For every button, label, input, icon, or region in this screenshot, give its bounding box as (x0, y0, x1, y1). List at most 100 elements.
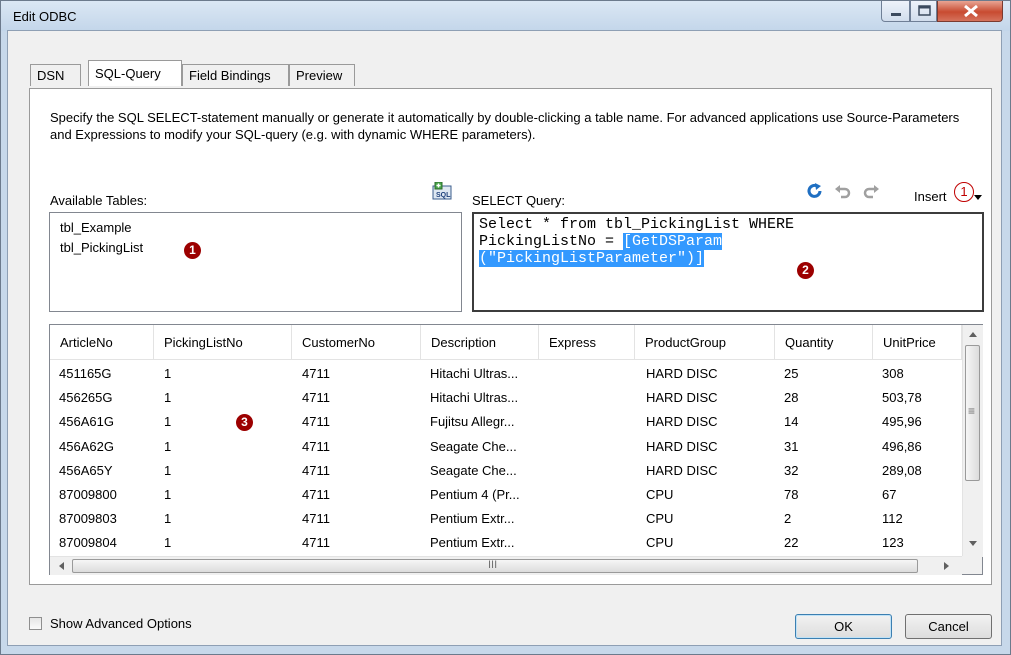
vertical-scroll-grip: ≡ (968, 404, 976, 418)
cell-customerno: 4711 (302, 462, 330, 478)
scroll-right-icon[interactable] (938, 557, 954, 575)
query-line-3-highlight: ("PickingListParameter")] (479, 250, 705, 267)
refresh-icon[interactable] (806, 182, 824, 200)
column-header-express[interactable]: Express (539, 325, 635, 360)
tab-dsn[interactable]: DSN (30, 64, 81, 86)
vertical-scroll-thumb[interactable]: ≡ (965, 345, 980, 481)
cell-unitprice: 123 (882, 535, 904, 551)
available-tables-label: Available Tables: (50, 193, 148, 208)
tab-sql-query[interactable]: SQL-Query (88, 60, 182, 86)
column-header-label: Description (431, 335, 497, 350)
table-item-tbl-example[interactable]: tbl_Example (60, 220, 132, 235)
tab-field-bindings[interactable]: Field Bindings (182, 64, 289, 86)
tab-label: Preview (296, 68, 343, 83)
svg-text:SQL: SQL (436, 192, 451, 199)
minimize-button[interactable] (881, 1, 910, 22)
column-header-articleno[interactable]: ArticleNo (50, 325, 154, 360)
generate-sql-icon[interactable]: SQL (432, 181, 454, 200)
scroll-left-icon[interactable] (54, 557, 70, 575)
instructions-text: Specify the SQL SELECT-statement manuall… (50, 110, 960, 142)
cancel-button[interactable]: Cancel (905, 614, 992, 639)
cell-articleno: 87009803 (59, 511, 117, 527)
show-advanced-options-checkbox[interactable] (29, 617, 42, 630)
cell-quantity: 31 (784, 438, 799, 454)
column-header-quantity[interactable]: Quantity (775, 325, 873, 360)
column-header-customerno[interactable]: CustomerNo (292, 325, 421, 360)
cell-quantity: 28 (784, 390, 799, 406)
cell-description: Fujitsu Allegr... (430, 414, 515, 430)
table-item-tbl-pickinglist[interactable]: tbl_PickingList (60, 240, 143, 255)
cell-productgroup: HARD DISC (646, 366, 718, 381)
horizontal-scroll-thumb[interactable]: III (72, 559, 918, 573)
cell-customerno: 4711 (302, 390, 330, 406)
select-query-label: SELECT Query: (472, 193, 565, 208)
sql-query-editor[interactable]: Select * from tbl_PickingList WHERE Pick… (472, 212, 984, 312)
ok-button[interactable]: OK (795, 614, 892, 639)
cell-articleno: 87009804 (59, 535, 117, 551)
cell-unitprice: 503,78 (882, 390, 922, 406)
cell-pickinglistno: 1 (164, 487, 172, 502)
cell-unitprice: 67 (882, 487, 897, 502)
cell-articleno: 451165G (59, 366, 112, 381)
column-header-label: Express (549, 335, 596, 350)
undo-icon[interactable] (834, 182, 852, 200)
cell-pickinglistno: 1 (164, 438, 172, 454)
scroll-down-icon[interactable] (963, 535, 983, 551)
cell-quantity: 78 (784, 487, 799, 502)
column-header-label: ArticleNo (60, 335, 113, 350)
cell-customerno: 4711 (302, 487, 330, 502)
cell-unitprice: 496,86 (882, 438, 922, 454)
maximize-button[interactable] (910, 1, 937, 22)
column-header-label: ProductGroup (645, 335, 726, 350)
cell-customerno: 4711 (302, 535, 330, 551)
cell-customerno: 4711 (302, 438, 330, 454)
show-advanced-options-label[interactable]: Show Advanced Options (50, 616, 192, 631)
vertical-scrollbar[interactable]: ≡ (962, 325, 983, 557)
tab-label: SQL-Query (95, 66, 161, 81)
close-icon (964, 4, 978, 18)
cell-articleno: 456A62G (59, 438, 114, 454)
cell-articleno: 456A65Y (59, 462, 113, 478)
callout-marker-3: 3 (236, 414, 253, 431)
cell-pickinglistno: 1 (164, 390, 172, 406)
cell-customerno: 4711 (302, 414, 330, 430)
scroll-up-icon[interactable] (963, 327, 983, 343)
chevron-down-icon[interactable] (974, 190, 984, 200)
column-header-description[interactable]: Description (421, 325, 539, 360)
horizontal-scrollbar[interactable]: III (50, 556, 962, 575)
insert-button[interactable]: Insert (914, 189, 947, 204)
cell-articleno: 87009800 (59, 487, 117, 502)
column-header-label: PickingListNo (164, 335, 243, 350)
cell-unitprice: 308 (882, 366, 904, 381)
cell-pickinglistno: 1 (164, 511, 172, 527)
callout-marker-2: 2 (797, 262, 814, 279)
close-button[interactable] (937, 1, 1003, 22)
callout-marker-1: 1 (184, 242, 201, 259)
insert-callout-text: 1 (960, 184, 968, 199)
cell-quantity: 14 (784, 414, 799, 430)
redo-icon[interactable] (862, 182, 880, 200)
column-header-unitprice[interactable]: UnitPrice (873, 325, 962, 360)
cell-productgroup: CPU (646, 487, 674, 502)
query-line-2-highlight: [GetDSParam (623, 233, 723, 250)
tab-preview[interactable]: Preview (289, 64, 355, 86)
cell-productgroup: HARD DISC (646, 462, 718, 478)
tab-label: Field Bindings (189, 68, 271, 83)
cell-quantity: 25 (784, 366, 799, 381)
minimize-icon (891, 13, 901, 16)
cell-productgroup: CPU (646, 535, 674, 551)
column-header-label: UnitPrice (883, 335, 936, 350)
column-header-productgroup[interactable]: ProductGroup (635, 325, 775, 360)
cell-pickinglistno: 1 (164, 366, 172, 381)
insert-callout-1: 1 (954, 182, 974, 202)
cell-description: Pentium Extr... (430, 511, 515, 527)
window-title: Edit ODBC (13, 9, 77, 24)
column-header-pickinglistno[interactable]: PickingListNo (154, 325, 292, 360)
scrollbar-corner (962, 556, 982, 574)
cell-articleno: 456A61G (59, 414, 114, 430)
cell-unitprice: 112 (882, 511, 903, 527)
cell-description: Seagate Che... (430, 438, 517, 454)
cell-productgroup: HARD DISC (646, 438, 718, 454)
column-header-label: Quantity (785, 335, 834, 350)
cell-description: Hitachi Ultras... (430, 390, 519, 406)
